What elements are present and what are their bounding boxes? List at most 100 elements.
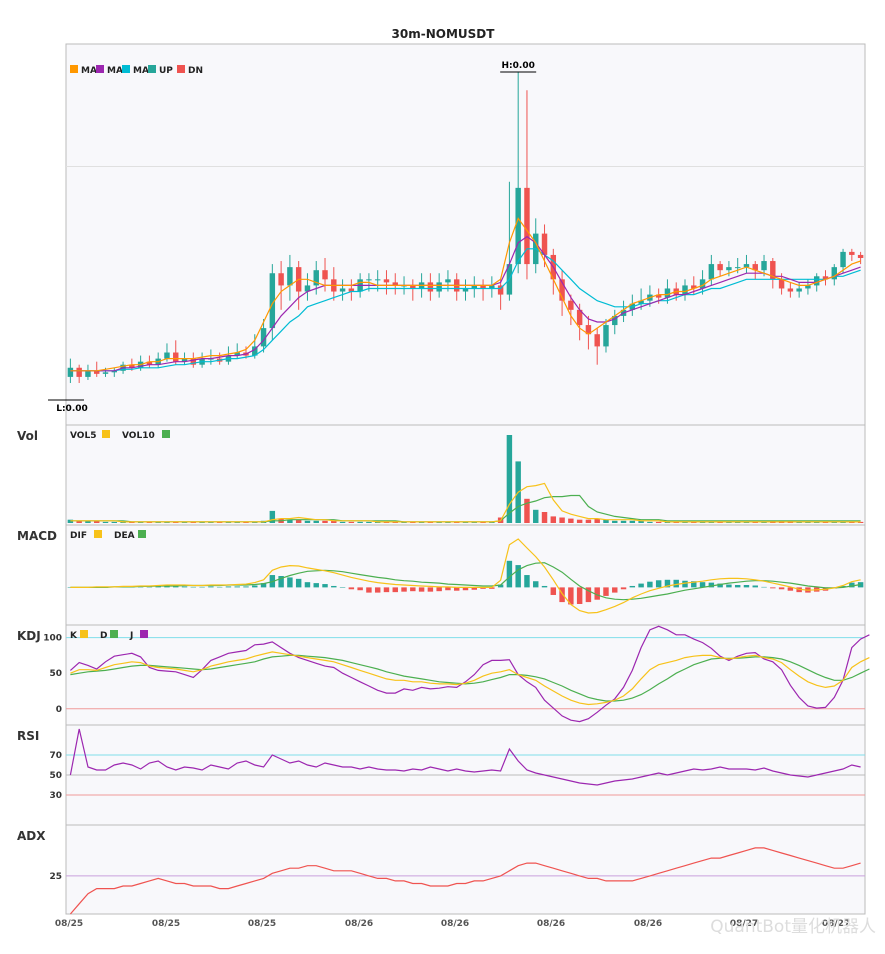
candle-body bbox=[840, 251, 846, 268]
candle-body bbox=[796, 288, 802, 292]
macd-hist-bar bbox=[647, 581, 653, 588]
candle-body bbox=[67, 367, 74, 377]
macd-hist-bar bbox=[410, 587, 416, 592]
volume-bar bbox=[339, 521, 346, 523]
macd-hist-bar bbox=[181, 586, 188, 588]
candle-body bbox=[682, 285, 688, 295]
macd-hist-bar bbox=[225, 586, 232, 588]
low-marker-label: L:0.00 bbox=[56, 404, 88, 414]
volume-bar bbox=[585, 519, 592, 523]
macd-legend-label-1: DEA bbox=[114, 531, 135, 541]
candle-body bbox=[857, 254, 864, 258]
panel-price-bg bbox=[65, 43, 866, 426]
volume-bar bbox=[655, 521, 662, 523]
candle-body bbox=[85, 370, 91, 377]
vol-legend-swatch-0 bbox=[102, 430, 110, 438]
candle-body bbox=[374, 279, 381, 281]
volume-bar bbox=[620, 520, 627, 523]
price-legend-swatch-1 bbox=[96, 65, 104, 73]
price-legend-swatch-3 bbox=[148, 65, 156, 73]
vol-legend-label-1: VOL10 bbox=[122, 431, 155, 441]
volume-bar bbox=[559, 517, 565, 523]
candle-body bbox=[322, 270, 328, 280]
volume-bar bbox=[612, 520, 618, 523]
price-legend-swatch-2 bbox=[122, 65, 130, 73]
candle-body bbox=[813, 276, 820, 286]
panel-vol-bg bbox=[65, 424, 866, 526]
macd-hist-bar bbox=[620, 587, 627, 590]
volume-bar bbox=[647, 521, 653, 523]
macd-legend-swatch-0 bbox=[94, 530, 102, 538]
candle-body bbox=[664, 288, 671, 298]
macd-hist-bar bbox=[366, 587, 372, 593]
panels-layer bbox=[65, 43, 866, 915]
candle-body bbox=[708, 264, 715, 280]
macd-hist-bar bbox=[374, 587, 381, 593]
candle-body bbox=[717, 264, 723, 271]
price-legend-swatch-4 bbox=[177, 65, 185, 73]
macd-hist-bar bbox=[427, 587, 434, 592]
vol-panel-label: Vol bbox=[17, 429, 38, 443]
candle-body bbox=[524, 187, 530, 265]
macd-hist-bar bbox=[322, 584, 328, 588]
price-legend-label-2: MA bbox=[133, 66, 149, 76]
candle-body bbox=[102, 372, 109, 374]
macd-hist-bar bbox=[199, 586, 205, 588]
kdj-panel-label: KDJ bbox=[17, 629, 41, 643]
rsi-tick: 50 bbox=[49, 771, 62, 781]
macd-hist-bar bbox=[208, 586, 214, 588]
macd-hist-bar bbox=[533, 581, 539, 588]
watermark-text: QuantBot量化机器人 bbox=[710, 917, 876, 937]
candle-body bbox=[603, 325, 609, 347]
volume-bar bbox=[366, 521, 372, 523]
volume-bar bbox=[357, 521, 363, 523]
macd-hist-bar bbox=[445, 587, 451, 591]
macd-hist-bar bbox=[331, 585, 337, 588]
price-legend-label-4: DN bbox=[188, 66, 203, 76]
rsi-tick: 70 bbox=[49, 751, 62, 761]
kdj-legend-label-1: D bbox=[100, 631, 107, 641]
volume-bar bbox=[322, 520, 328, 523]
macd-hist-bar bbox=[655, 580, 662, 588]
kdj-tick: 100 bbox=[43, 634, 62, 644]
macd-hist-bar bbox=[190, 586, 197, 588]
macd-hist-bar bbox=[612, 587, 618, 593]
volume-bar bbox=[550, 516, 557, 523]
candle-body bbox=[568, 300, 574, 310]
macd-hist-bar bbox=[506, 560, 513, 588]
volume-bar bbox=[533, 509, 539, 523]
macd-hist-bar bbox=[629, 585, 636, 588]
candle-body bbox=[734, 267, 741, 269]
candle-body bbox=[445, 279, 451, 283]
x-tick-label: 08/25 bbox=[55, 919, 83, 929]
macd-hist-bar bbox=[392, 587, 398, 593]
macd-panel-label: MACD bbox=[17, 529, 57, 543]
candle-body bbox=[339, 288, 346, 292]
kdj-legend-swatch-0 bbox=[80, 630, 88, 638]
candle-body bbox=[515, 187, 521, 265]
x-tick-label: 08/25 bbox=[248, 919, 276, 929]
x-tick-label: 08/26 bbox=[634, 919, 662, 929]
chart-title: 30m-NOMUSDT bbox=[392, 27, 496, 41]
volume-bar bbox=[629, 520, 636, 523]
chart-svg: 30m-NOMUSDT H:0.00 L:0.00 MA MA MA UP DN Vol VOL… bbox=[17, 27, 876, 937]
adx-panel-label: ADX bbox=[17, 829, 46, 843]
macd-hist-bar bbox=[761, 586, 767, 588]
macd-hist-bar bbox=[295, 578, 302, 588]
macd-hist-bar bbox=[348, 587, 355, 590]
macd-hist-bar bbox=[752, 585, 758, 588]
macd-hist-bar bbox=[216, 586, 223, 588]
candle-body bbox=[76, 367, 82, 377]
candle-body bbox=[436, 282, 442, 292]
price-legend-label-1: MA bbox=[107, 66, 123, 76]
macd-hist-bar bbox=[524, 575, 530, 588]
vol-legend-label-0: VOL5 bbox=[70, 431, 96, 441]
macd-hist-bar bbox=[401, 587, 407, 592]
adx-tick: 25 bbox=[49, 872, 62, 882]
rsi-tick: 30 bbox=[49, 791, 62, 801]
macd-hist-bar bbox=[638, 583, 644, 588]
candle-body bbox=[278, 273, 284, 286]
macd-legend-label-0: DIF bbox=[70, 531, 87, 541]
macd-hist-bar bbox=[304, 582, 311, 588]
price-legend-swatch-0 bbox=[70, 65, 78, 73]
